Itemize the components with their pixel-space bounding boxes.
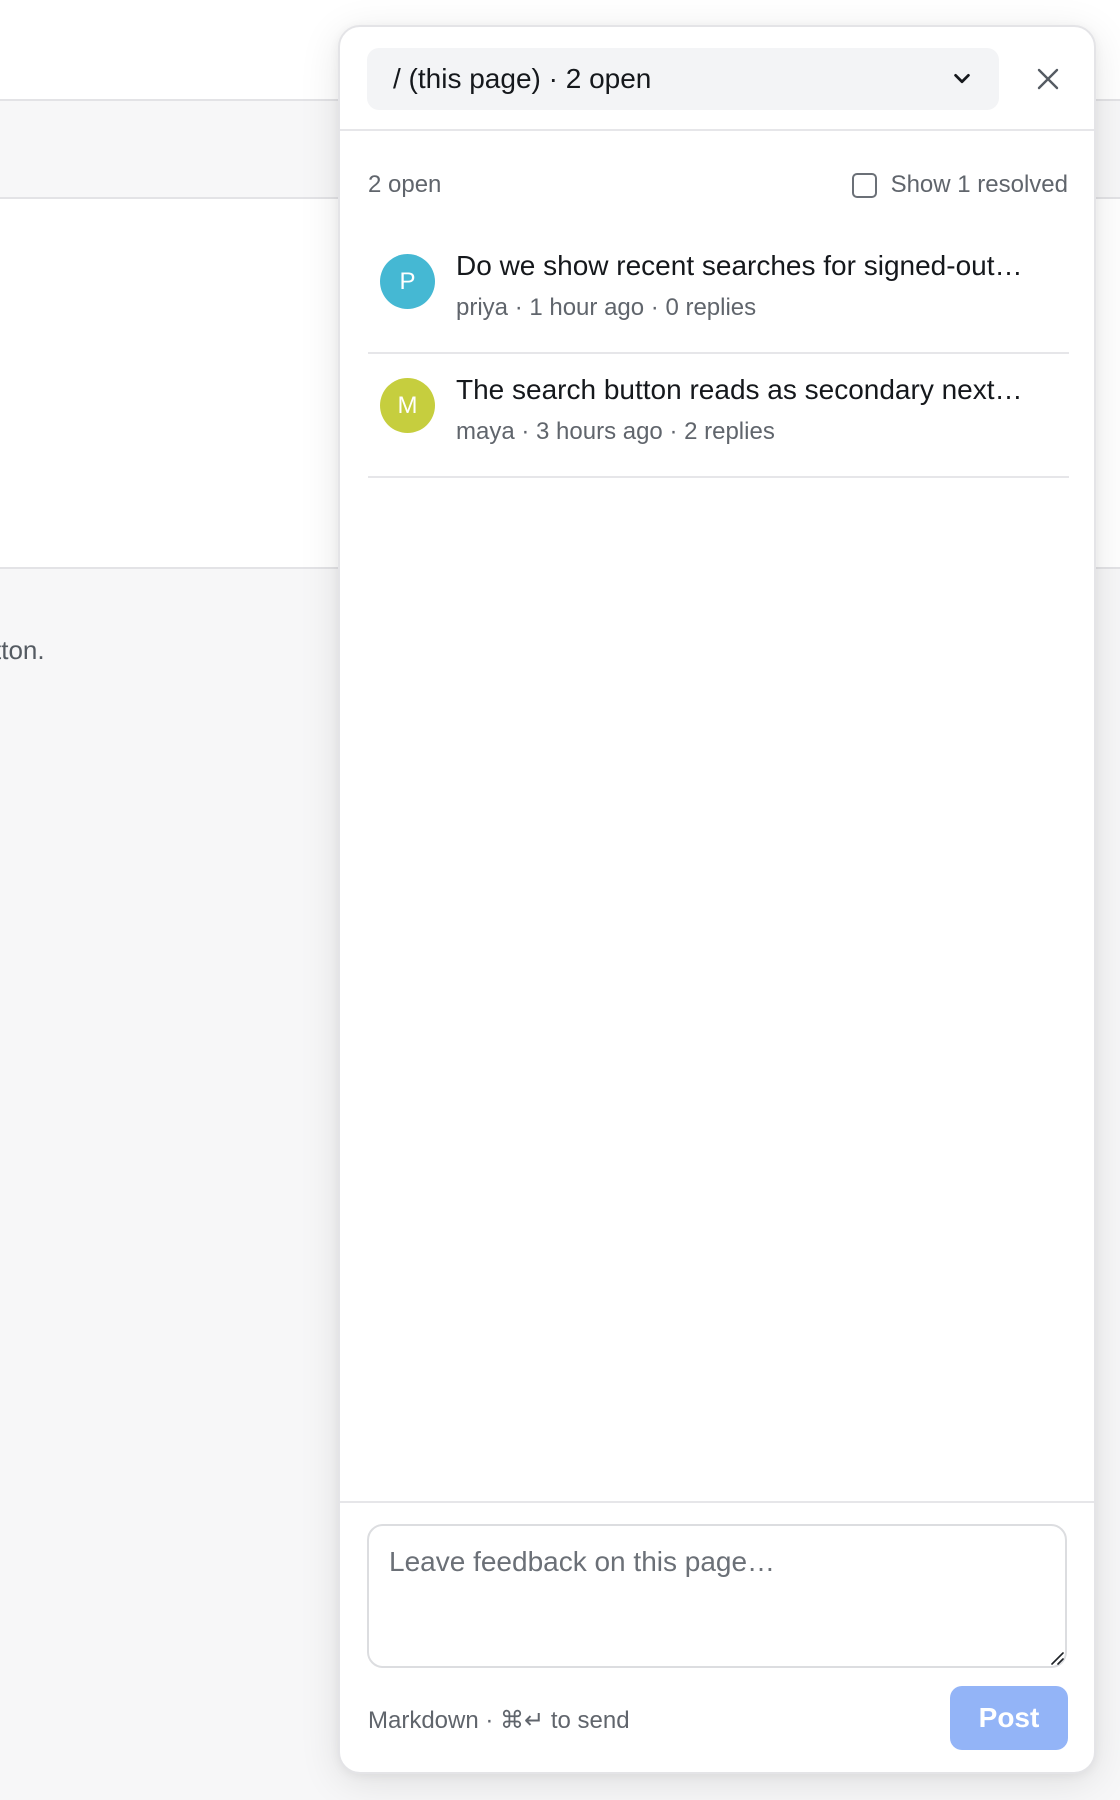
avatar-initial: P [399,267,416,295]
thread-item[interactable]: P Do we show recent searches for signed-… [368,230,1069,354]
page-selector[interactable]: / (this page) · 2 open [367,48,999,110]
panel-header: / (this page) · 2 open [340,27,1094,131]
thread-meta: maya · 3 hours ago · 2 replies [456,418,775,445]
chevron-down-icon [954,73,970,84]
resize-handle-icon[interactable] [1048,1649,1064,1665]
thread-title: Do we show recent searches for signed-ou… [456,250,1023,281]
composer: Markdown · ⌘↵ to send Post [340,1501,1094,1772]
post-button[interactable]: Post [950,1686,1068,1750]
composer-hint: Markdown · ⌘↵ to send [368,1707,630,1734]
thread-list-meta: 2 open Show 1 resolved [368,167,1068,203]
feedback-panel: / (this page) · 2 open 2 open Show 1 res… [338,25,1096,1774]
thread-title: The search button reads as secondary nex… [456,374,1023,405]
thread-list: P Do we show recent searches for signed-… [368,230,1069,478]
feedback-input[interactable] [367,1524,1067,1668]
show-resolved-toggle[interactable]: Show 1 resolved [851,171,1068,199]
avatar: M [380,378,435,433]
show-resolved-checkbox[interactable] [851,172,877,198]
avatar: P [380,254,435,309]
page-body-text: tton. [0,635,45,665]
thread-meta: priya · 1 hour ago · 0 replies [456,294,757,321]
open-count: 2 open [368,171,442,198]
show-resolved-label: Show 1 resolved [890,171,1068,198]
thread-item[interactable]: M The search button reads as secondary n… [368,354,1069,478]
page-selector-label: / (this page) · 2 open [393,63,652,94]
close-icon [1037,68,1059,90]
close-button[interactable] [1030,61,1066,97]
avatar-initial: M [397,391,418,419]
